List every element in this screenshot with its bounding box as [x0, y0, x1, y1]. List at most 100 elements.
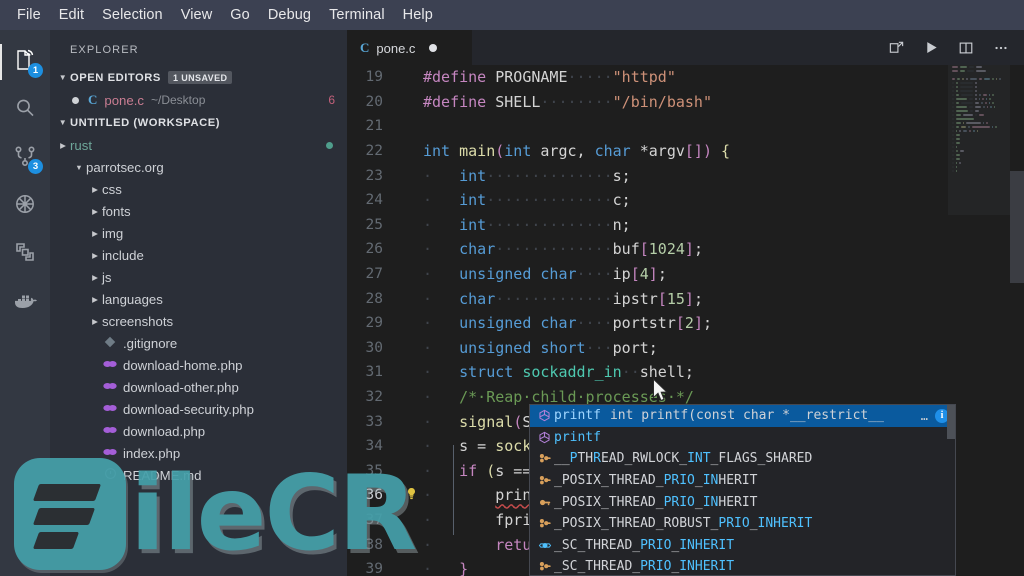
code-line[interactable]: 31 · struct sockaddr_in··shell;	[347, 360, 1024, 385]
autocomplete-popup[interactable]: printf int printf(const char *__restrict_…	[529, 404, 956, 576]
tree-item-languages[interactable]: ▶ languages	[50, 288, 347, 310]
minimap-segment	[952, 65, 959, 69]
menu-help[interactable]: Help	[394, 3, 442, 27]
tree-item-css[interactable]: ▶ css	[50, 178, 347, 200]
code-text: · char·············buf[1024];	[423, 240, 703, 258]
code-token: ·············	[495, 240, 613, 259]
docker-icon	[12, 288, 38, 317]
minimap-segment	[955, 121, 961, 125]
suggestion-item[interactable]: _SC_THREAD_ PRIO _ INHERIT	[530, 556, 955, 575]
suggestion-item[interactable]: __ P TH R EAD_RWLOCK_ INT _FLAGS_SHARED	[530, 448, 955, 470]
minimap-segment	[982, 97, 984, 101]
open-editor-item-pone-c[interactable]: C pone.c ~/Desktop 6	[50, 89, 347, 111]
chevron-down-icon: ▼	[75, 162, 83, 172]
code-line[interactable]: 30 · unsigned short···port;	[347, 336, 1024, 361]
suggestion-item[interactable]: printf int printf(const char *__restrict_…	[530, 405, 955, 427]
tree-item-download-home-php[interactable]: download-home.php	[50, 354, 347, 376]
code-line[interactable]: 27 · unsigned char····ip[4];	[347, 262, 1024, 287]
constant-icon	[535, 539, 554, 552]
debug-icon	[13, 192, 37, 221]
code-token: ····	[576, 265, 613, 284]
tree-item-label: screenshots	[102, 313, 174, 329]
section-workspace[interactable]: ▼ UNTITLED (WORKSPACE)	[50, 111, 347, 134]
tree-item-rust[interactable]: ▶ rust	[50, 134, 347, 156]
code-token: argc,	[531, 142, 595, 161]
code-token: ··	[621, 363, 640, 382]
code-line[interactable]: 26 · char·············buf[1024];	[347, 237, 1024, 262]
more-actions-icon[interactable]	[992, 39, 1010, 57]
tree-item-img[interactable]: ▶ img	[50, 222, 347, 244]
tree-item-include[interactable]: ▶ include	[50, 244, 347, 266]
tree-item--gitignore[interactable]: .gitignore	[50, 332, 347, 354]
code-line[interactable]: 20 #define SHELL········"/bin/bash"	[347, 90, 1024, 115]
open-editor-filepath: ~/Desktop	[151, 93, 206, 107]
editor-scrollbar-thumb[interactable]	[1010, 171, 1024, 283]
tree-item-download-php[interactable]: download.php	[50, 420, 347, 442]
tree-item-download-other-php[interactable]: download-other.php	[50, 376, 347, 398]
split-editor-icon[interactable]	[957, 39, 975, 57]
activity-docker[interactable]	[0, 278, 50, 326]
minimap-segment	[961, 101, 973, 105]
menu-debug[interactable]: Debug	[259, 3, 320, 27]
suggestion-item[interactable]: printf	[530, 427, 955, 449]
minimap-segment	[952, 153, 954, 157]
tree-item-js[interactable]: ▶ js	[50, 266, 347, 288]
activity-extensions[interactable]	[0, 230, 50, 278]
menu-edit[interactable]: Edit	[50, 3, 93, 27]
code-line[interactable]: 21	[347, 114, 1024, 139]
menu-go[interactable]: Go	[221, 3, 259, 27]
tree-item-download-security-php[interactable]: download-security.php	[50, 398, 347, 420]
suggest-scrollbar[interactable]	[947, 405, 955, 575]
tree-item-screenshots[interactable]: ▶ screenshots	[50, 310, 347, 332]
code-line[interactable]: 19 #define PROGNAME·····"httpd"	[347, 65, 1024, 90]
minimap-segment	[955, 141, 960, 145]
suggest-scrollbar-thumb[interactable]	[947, 405, 955, 439]
minimap-segment	[952, 125, 954, 129]
code-line[interactable]: 23 · int··············s;	[347, 163, 1024, 188]
minimap-segment	[984, 77, 990, 81]
suggestion-label: HERIT	[718, 473, 758, 489]
chevron-right-icon: ▶	[92, 316, 98, 326]
code-line[interactable]: 29 · unsigned char····portstr[2];	[347, 311, 1024, 336]
section-open-editors[interactable]: ▼ OPEN EDITORS 1 UNSAVED	[50, 66, 347, 89]
minimap-segment	[952, 117, 954, 121]
code-text: · struct sockaddr_in··shell;	[423, 363, 694, 381]
menu-file[interactable]: File	[8, 3, 50, 27]
minimap-segment	[992, 93, 994, 97]
menu-selection[interactable]: Selection	[93, 3, 172, 27]
code-line[interactable]: 28 · char·············ipstr[15];	[347, 286, 1024, 311]
activity-search[interactable]	[0, 86, 50, 134]
tab-pone-c[interactable]: C pone.c	[347, 30, 472, 65]
suggestion-match: IN	[702, 494, 719, 510]
suggestion-item[interactable]: _POSIX_THREAD_ROBUST_ PRIO _ INHERIT	[530, 513, 955, 535]
minimap[interactable]	[948, 65, 1010, 576]
suggestion-item[interactable]: _POSIX_THREAD_ PRIO _ IN HERIT	[530, 470, 955, 492]
suggestion-item[interactable]: _POSIX_THREAD_ PRIO _ IN HERIT	[530, 491, 955, 513]
function-icon	[535, 431, 554, 444]
code-line[interactable]: 24 · int··············c;	[347, 188, 1024, 213]
suggestion-match: PRIO	[640, 537, 672, 553]
minimap-segment	[974, 81, 977, 85]
tree-item-fonts[interactable]: ▶ fonts	[50, 200, 347, 222]
run-code-icon[interactable]	[922, 39, 940, 57]
suggestion-item[interactable]: _SC_THREAD_ PRIO _ INHERIT	[530, 535, 955, 557]
menu-terminal[interactable]: Terminal	[320, 3, 394, 27]
activity-explorer[interactable]: 1	[0, 38, 50, 86]
minimap-segment	[952, 85, 954, 89]
activity-debug[interactable]	[0, 182, 50, 230]
tree-item-parrotsec-org[interactable]: ▼ parrotsec.org	[50, 156, 347, 178]
code-line[interactable]: 25 · int··············n;	[347, 213, 1024, 238]
tab-dirty-indicator-icon[interactable]	[429, 44, 438, 52]
suggestion-match: PRIO	[663, 473, 695, 489]
code-token: }	[459, 560, 469, 576]
editor-scrollbar[interactable]	[1010, 65, 1024, 576]
split-editor-right-icon[interactable]	[887, 39, 905, 57]
code-text: · char·············ipstr[15];	[423, 290, 703, 308]
menu-view[interactable]: View	[172, 3, 222, 27]
code-token: buf	[612, 240, 640, 259]
activity-source-control[interactable]: 3	[0, 134, 50, 182]
code-line[interactable]: 22 int main(int argc, char *argv[]) {	[347, 139, 1024, 164]
minimap-segment	[955, 105, 968, 109]
